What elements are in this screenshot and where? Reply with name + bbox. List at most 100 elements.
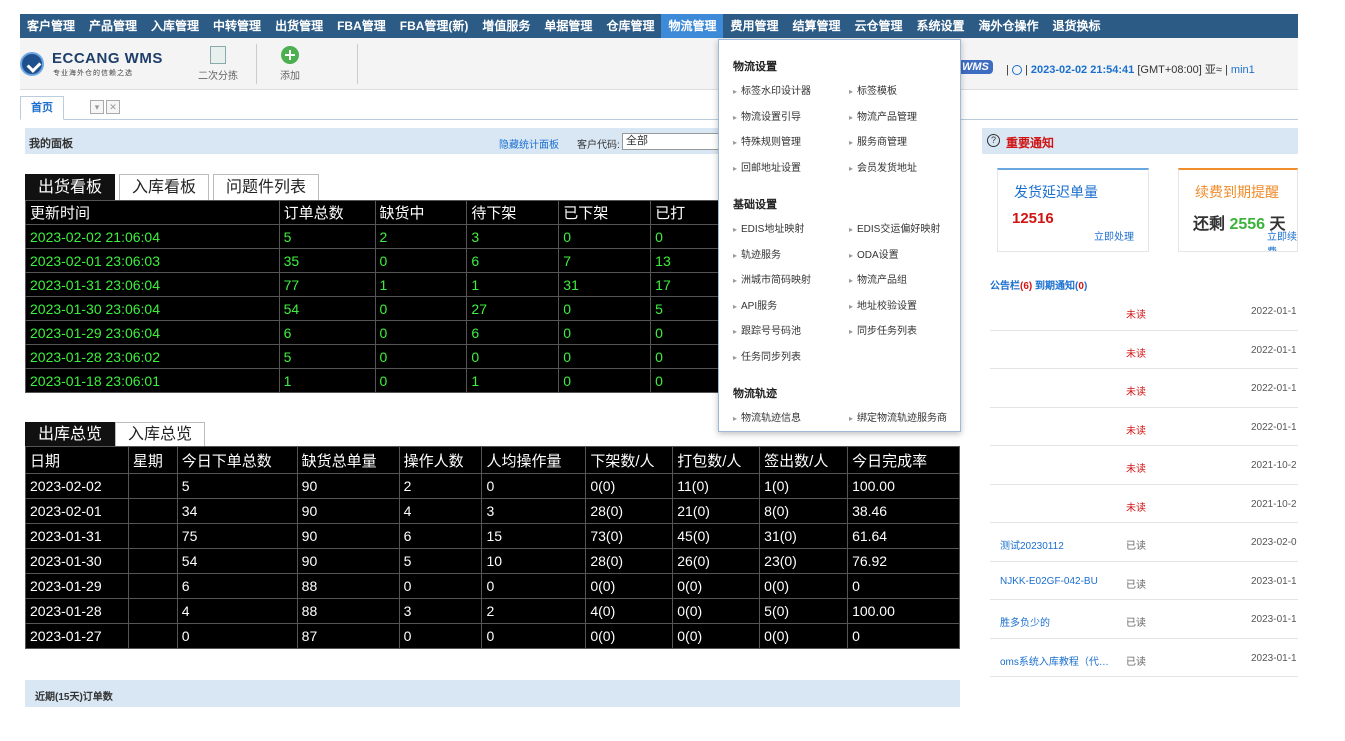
list-item[interactable]: 测试20230112 已读 2023-02-0 (990, 523, 1298, 562)
bulletin-title[interactable]: oms系统入库教程（代… (1000, 653, 1120, 668)
nav-item[interactable]: 退货换标 (1046, 14, 1108, 38)
column-header[interactable]: 缺货总单量 (296, 446, 400, 474)
tab-list-dropdown-icon[interactable]: ▾ (90, 100, 104, 114)
list-item[interactable]: 未读 2022-01-1 (990, 292, 1298, 331)
close-tab-icon[interactable]: ✕ (106, 100, 120, 114)
menu-item[interactable]: 物流轨迹信息 (733, 409, 801, 424)
menu-item[interactable]: 同步任务列表 (849, 322, 917, 337)
list-item[interactable]: 未读 2021-10-2 (990, 446, 1298, 485)
list-item[interactable]: 未读 2021-10-2 (990, 485, 1298, 523)
timezone-select[interactable]: [GMT+08:00] 亚≈ (1137, 64, 1222, 76)
nav-item[interactable]: 海外仓操作 (972, 14, 1046, 38)
nav-item[interactable]: 产品管理 (82, 14, 144, 38)
menu-item[interactable]: 绑定物流轨迹服务商 (849, 409, 947, 424)
menu-item[interactable]: EDIS地址映射 (733, 220, 804, 235)
secondary-sort-button[interactable]: 二次分拣 (188, 44, 248, 84)
menu-item[interactable]: 地址校验设置 (849, 297, 917, 312)
tab-shipping-board[interactable]: 出货看板 (25, 174, 116, 200)
nav-item[interactable]: 入库管理 (144, 14, 206, 38)
user-link[interactable]: min1 (1231, 64, 1255, 76)
tab-home[interactable]: 首页 (20, 96, 64, 120)
menu-item[interactable]: 物流产品管理 (849, 108, 917, 123)
list-item[interactable]: 未读 2022-01-1 (990, 369, 1298, 408)
column-header[interactable]: 更新时间 (25, 200, 280, 225)
table-cell: 0(0) (759, 573, 849, 599)
table-cell: 5 (278, 344, 376, 369)
read-status: 未读 (1126, 387, 1146, 398)
menu-item[interactable]: 任务同步列表 (733, 348, 801, 363)
menu-item[interactable]: 洲城市简码映射 (733, 271, 811, 286)
menu-item[interactable]: 物流设置引导 (733, 108, 801, 123)
table-cell: 11(0) (672, 473, 761, 499)
nav-item[interactable]: 物流管理 (661, 14, 724, 38)
menu-item[interactable]: API服务 (733, 297, 777, 312)
column-header[interactable]: 订单总数 (278, 200, 376, 225)
tab-outbound-overview[interactable]: 出库总览 (25, 422, 116, 446)
list-item[interactable]: oms系统入库教程（代… 已读 2023-01-1 (990, 639, 1298, 677)
menu-item[interactable]: 跟踪号号码池 (733, 322, 801, 337)
table-cell: 0 (558, 296, 652, 321)
logo[interactable]: ECCANG WMS 专业海外仓的信赖之选 (20, 50, 180, 80)
add-button[interactable]: 添加 (260, 44, 320, 84)
nav-item[interactable]: 出货管理 (268, 14, 330, 38)
nav-item[interactable]: 云仓管理 (848, 14, 910, 38)
nav-item[interactable]: 客户管理 (20, 14, 82, 38)
globe-icon[interactable] (1011, 65, 1022, 76)
menu-section-title: 物流设置 (733, 61, 777, 73)
nav-item[interactable]: 单据管理 (537, 14, 599, 38)
bulletin-tab[interactable]: 公告栏 (990, 281, 1020, 292)
hide-stats-link[interactable]: 隐藏统计面板 (499, 136, 559, 151)
column-header[interactable]: 下架数/人 (585, 446, 674, 474)
column-header[interactable]: 已下架 (558, 200, 652, 225)
customer-code-select[interactable]: 全部 (622, 133, 732, 150)
table-cell: 0 (558, 320, 652, 345)
menu-item[interactable]: 物流产品组 (849, 271, 907, 286)
nav-item[interactable]: 增值服务 (475, 14, 537, 38)
menu-item[interactable]: 会员发货地址 (849, 159, 917, 174)
nav-item[interactable]: 系统设置 (910, 14, 972, 38)
list-item[interactable]: 未读 2022-01-1 (990, 408, 1298, 446)
nav-item[interactable]: 结算管理 (785, 14, 847, 38)
column-header[interactable]: 操作人数 (398, 446, 483, 474)
menu-item[interactable]: ODA设置 (849, 246, 899, 261)
menu-item[interactable]: EDIS交运偏好映射 (849, 220, 940, 235)
menu-item[interactable]: 轨迹服务 (733, 246, 781, 261)
nav-item[interactable]: 费用管理 (723, 14, 785, 38)
menu-item[interactable]: 回邮地址设置 (733, 159, 801, 174)
nav-item[interactable]: 中转管理 (206, 14, 268, 38)
column-header[interactable]: 人均操作量 (481, 446, 587, 474)
list-item[interactable]: NJKK-E02GF-042-BU 已读 2023-01-1 (990, 562, 1298, 600)
menu-item[interactable]: 标签水印设计器 (733, 82, 811, 97)
tab-inbound-board[interactable]: 入库看板 (119, 174, 210, 200)
column-header[interactable]: 待下架 (466, 200, 560, 225)
table-cell: 2023-01-28 (25, 598, 129, 624)
nav-item[interactable]: FBA管理(新) (393, 14, 476, 38)
read-status: 未读 (1126, 502, 1146, 514)
column-header[interactable]: 日期 (25, 446, 129, 474)
table-cell: 2023-01-29 (25, 573, 129, 599)
menu-item[interactable]: 特殊规则管理 (733, 133, 801, 148)
list-item[interactable]: 未读 2022-01-1 (990, 331, 1298, 369)
menu-item[interactable]: 标签模板 (849, 82, 897, 97)
table-cell: 1(0) (759, 473, 849, 499)
bulletin-title[interactable]: 测试20230112 (1000, 537, 1120, 552)
nav-item[interactable]: FBA管理 (330, 14, 393, 38)
column-header[interactable]: 打包数/人 (672, 446, 761, 474)
list-item[interactable]: 胜多负少的 已读 2023-01-1 (990, 600, 1298, 639)
column-header[interactable]: 缺货中 (374, 200, 468, 225)
column-header[interactable]: 签出数/人 (759, 446, 849, 474)
tab-inbound-overview[interactable]: 入库总览 (115, 422, 206, 446)
column-header[interactable]: 今日下单总数 (176, 446, 298, 474)
bulletin-title[interactable]: NJKK-E02GF-042-BU (1000, 576, 1120, 587)
column-header[interactable]: 星期 (127, 446, 178, 474)
read-status: 已读 (1126, 618, 1146, 629)
process-now-link[interactable]: 立即处理 (1094, 228, 1134, 243)
nav-item[interactable]: 仓库管理 (599, 14, 661, 38)
column-header[interactable]: 今日完成率 (847, 446, 960, 474)
tab-problem-list[interactable]: 问题件列表 (213, 174, 320, 200)
renew-now-link[interactable]: 立即续费 (1267, 228, 1297, 251)
bulletin-date: 2022-01-1 (1251, 383, 1297, 394)
menu-item[interactable]: 服务商管理 (849, 133, 907, 148)
bulletin-title[interactable]: 胜多负少的 (1000, 614, 1120, 629)
expire-notice-tab[interactable]: 到期通知 (1035, 281, 1075, 292)
